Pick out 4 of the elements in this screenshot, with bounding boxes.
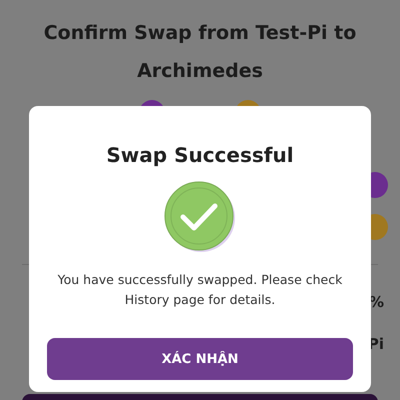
confirm-button[interactable]: XÁC NHẬN — [47, 338, 353, 380]
dialog-message: You have successfully swapped. Please check History page for details. — [56, 271, 344, 309]
dialog-title: Swap Successful — [106, 142, 294, 168]
page-title: Confirm Swap from Test-Pi to Archimedes — [42, 21, 358, 84]
